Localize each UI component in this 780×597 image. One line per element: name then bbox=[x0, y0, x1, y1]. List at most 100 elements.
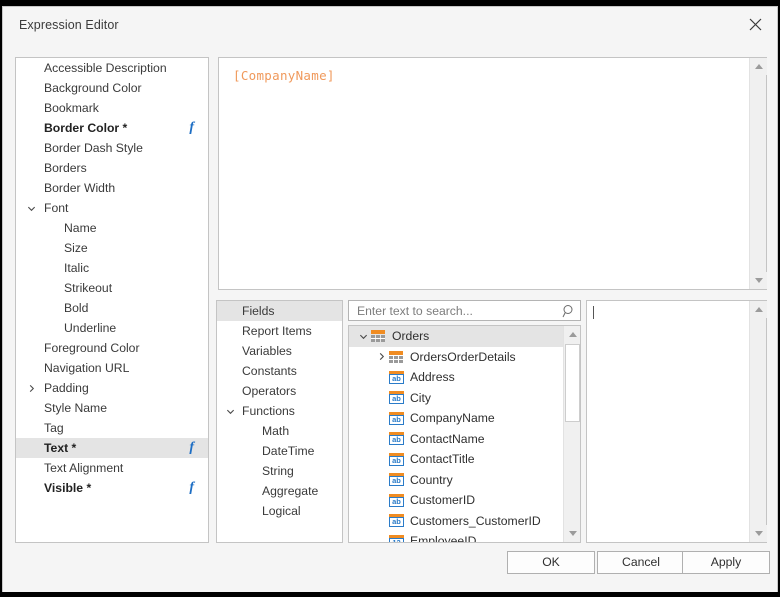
ok-button[interactable]: OK bbox=[507, 551, 595, 574]
property-row[interactable]: Underline bbox=[16, 318, 208, 338]
property-label: Accessible Description bbox=[16, 61, 167, 75]
close-glyph bbox=[749, 18, 762, 31]
scroll-up-icon[interactable] bbox=[750, 58, 767, 75]
property-row[interactable]: Italic bbox=[16, 258, 208, 278]
search-input[interactable] bbox=[355, 301, 558, 320]
property-row[interactable]: Style Name bbox=[16, 398, 208, 418]
tree-twisty[interactable] bbox=[373, 352, 389, 361]
tree-row[interactable]: abCity bbox=[349, 388, 563, 409]
category-row[interactable]: Fields bbox=[217, 301, 342, 321]
property-label: Text * bbox=[16, 441, 76, 455]
triangle-down-glyph bbox=[755, 531, 763, 536]
property-label: Navigation URL bbox=[16, 361, 129, 375]
string-field-icon: ab bbox=[389, 494, 405, 507]
property-label: Underline bbox=[16, 321, 116, 335]
property-row[interactable]: Size bbox=[16, 238, 208, 258]
category-label: Variables bbox=[217, 344, 292, 358]
string-field-icon: ab bbox=[389, 453, 405, 466]
chevron-down-icon[interactable] bbox=[27, 204, 36, 213]
search-icon[interactable] bbox=[562, 304, 575, 323]
category-row[interactable]: Constants bbox=[217, 361, 342, 381]
property-row[interactable]: Text * f bbox=[16, 438, 208, 458]
category-label: Logical bbox=[217, 504, 301, 518]
property-twisty[interactable] bbox=[24, 378, 38, 398]
property-label: Border Width bbox=[16, 181, 115, 195]
property-row[interactable]: Background Color bbox=[16, 78, 208, 98]
category-row[interactable]: Math bbox=[217, 421, 342, 441]
expression-editor-textarea[interactable]: [CompanyName] bbox=[218, 57, 767, 290]
category-label: Aggregate bbox=[217, 484, 318, 498]
scroll-down-icon[interactable] bbox=[750, 525, 767, 542]
property-row[interactable]: Bold bbox=[16, 298, 208, 318]
apply-button[interactable]: Apply bbox=[682, 551, 770, 574]
tree-twisty[interactable] bbox=[355, 332, 371, 341]
category-row[interactable]: Report Items bbox=[217, 321, 342, 341]
tree-label: CompanyName bbox=[410, 411, 495, 425]
property-label: Borders bbox=[16, 161, 87, 175]
category-row[interactable]: Variables bbox=[217, 341, 342, 361]
tree-row[interactable]: abAddress bbox=[349, 367, 563, 388]
tree-row[interactable]: abCountry bbox=[349, 470, 563, 491]
expression-function-icon[interactable]: f bbox=[189, 120, 204, 136]
chevron-right-icon[interactable] bbox=[27, 384, 36, 393]
category-twisty[interactable] bbox=[223, 401, 237, 421]
property-twisty[interactable] bbox=[24, 198, 38, 218]
tree-row[interactable]: abContactName bbox=[349, 429, 563, 450]
property-row[interactable]: Foreground Color bbox=[16, 338, 208, 358]
category-row[interactable]: DateTime bbox=[217, 441, 342, 461]
tree-row[interactable]: abCustomerID bbox=[349, 490, 563, 511]
string-field-icon: ab bbox=[389, 412, 405, 425]
chevron-down-icon[interactable] bbox=[226, 407, 235, 416]
property-row[interactable]: Name bbox=[16, 218, 208, 238]
category-row[interactable]: Functions bbox=[217, 401, 342, 421]
property-row[interactable]: Bookmark bbox=[16, 98, 208, 118]
property-list[interactable]: Accessible Description Background Color Bo… bbox=[15, 57, 209, 543]
property-row[interactable]: Border Color *f bbox=[16, 118, 208, 138]
tree-label: Country bbox=[410, 473, 453, 487]
expression-scrollbar[interactable] bbox=[749, 58, 766, 289]
category-row[interactable]: Aggregate bbox=[217, 481, 342, 501]
tree-row[interactable]: Orders bbox=[349, 326, 563, 347]
search-box[interactable] bbox=[348, 300, 581, 321]
field-tree[interactable]: OrdersOrdersOrderDetailsabAddressabCitya… bbox=[348, 325, 581, 543]
property-row[interactable]: Strikeout bbox=[16, 278, 208, 298]
description-pane[interactable] bbox=[586, 300, 767, 543]
expression-function-icon[interactable]: f bbox=[189, 440, 204, 456]
category-row[interactable]: Operators bbox=[217, 381, 342, 401]
tree-row[interactable]: abCustomers_CustomerID bbox=[349, 511, 563, 532]
property-row[interactable]: Navigation URL bbox=[16, 358, 208, 378]
string-field-icon: ab bbox=[389, 371, 405, 384]
property-label: Bookmark bbox=[16, 101, 99, 115]
property-row[interactable]: Tag bbox=[16, 418, 208, 438]
expression-function-icon[interactable]: f bbox=[189, 480, 204, 496]
category-row[interactable]: String bbox=[217, 461, 342, 481]
chevron-right-icon[interactable] bbox=[377, 352, 386, 361]
description-scrollbar[interactable] bbox=[749, 301, 766, 542]
category-row[interactable]: Logical bbox=[217, 501, 342, 521]
tree-label: Orders bbox=[392, 329, 429, 343]
property-row[interactable]: Font bbox=[16, 198, 208, 218]
tree-row[interactable]: 12EmployeeID bbox=[349, 531, 563, 542]
close-icon[interactable] bbox=[733, 7, 777, 41]
category-label: Math bbox=[217, 424, 289, 438]
category-label: Fields bbox=[217, 304, 275, 318]
scroll-up-icon[interactable] bbox=[564, 326, 581, 343]
scroll-down-icon[interactable] bbox=[564, 525, 581, 542]
scroll-down-icon[interactable] bbox=[750, 272, 767, 289]
tree-row[interactable]: ab CompanyName bbox=[349, 408, 563, 429]
property-row[interactable]: Borders bbox=[16, 158, 208, 178]
tree-row[interactable]: OrdersOrderDetails bbox=[349, 347, 563, 368]
property-row[interactable]: Border Width bbox=[16, 178, 208, 198]
property-row[interactable]: Padding bbox=[16, 378, 208, 398]
property-row[interactable]: Visible *f bbox=[16, 478, 208, 498]
property-row[interactable]: Accessible Description bbox=[16, 58, 208, 78]
property-row[interactable]: Border Dash Style bbox=[16, 138, 208, 158]
scrollbar-thumb[interactable] bbox=[565, 344, 580, 422]
field-tree-scrollbar[interactable] bbox=[563, 326, 580, 542]
scroll-up-icon[interactable] bbox=[750, 301, 767, 318]
chevron-down-icon[interactable] bbox=[359, 332, 368, 341]
property-row[interactable]: Text Alignment bbox=[16, 458, 208, 478]
tree-row[interactable]: abContactTitle bbox=[349, 449, 563, 470]
category-list[interactable]: Fields Report Items Variables ConstantsOper… bbox=[216, 300, 343, 543]
cancel-button[interactable]: Cancel bbox=[597, 551, 685, 574]
